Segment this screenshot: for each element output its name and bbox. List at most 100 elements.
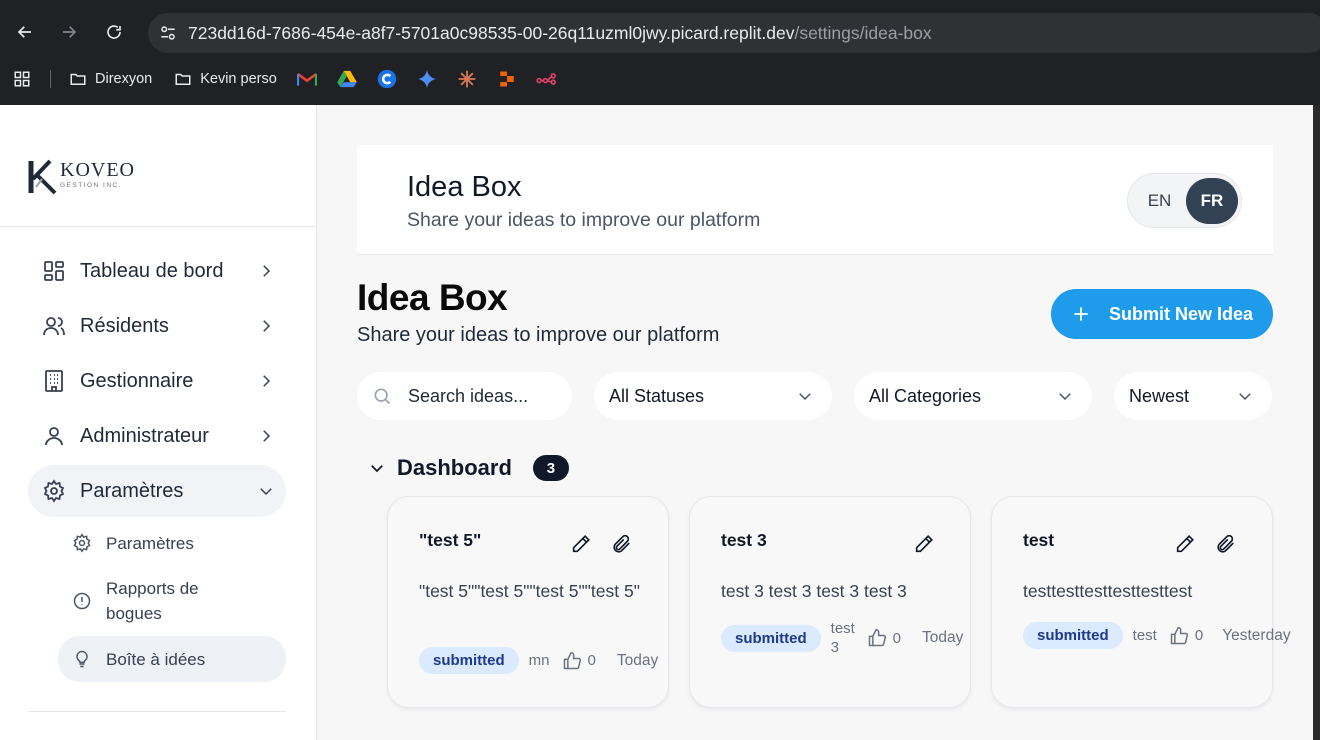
pencil-icon <box>572 535 590 553</box>
thumbs-up-icon <box>563 651 581 669</box>
arrow-right-icon <box>63 26 77 38</box>
c-app-icon[interactable] <box>367 69 407 89</box>
workflow-icon[interactable] <box>527 72 567 86</box>
sidebar-item-admin[interactable]: Administrateur <box>28 410 286 462</box>
gear-icon <box>58 533 106 553</box>
sidebar-item-label: Gestionnaire <box>80 369 194 392</box>
sidebar-subitem-idea-box[interactable]: Boîte à idées <box>58 636 286 682</box>
bookmark-separator <box>50 70 51 88</box>
search-placeholder: Search ideas... <box>408 385 529 406</box>
category-select[interactable]: All Categories <box>854 372 1092 420</box>
sidebar-item-settings[interactable]: Paramètres <box>28 465 286 517</box>
sidebar-subitem-settings[interactable]: Paramètres <box>58 527 286 559</box>
sidebar-item-dashboard[interactable]: Tableau de bord <box>28 245 286 297</box>
edit-button[interactable] <box>1165 533 1205 555</box>
gemini-icon[interactable] <box>407 69 447 89</box>
idea-card[interactable]: test testtesttesttesttesttest submitted … <box>991 496 1291 708</box>
gear-icon <box>28 479 80 503</box>
paperclip-icon <box>613 534 630 553</box>
logo-text: KOVEO <box>60 159 135 181</box>
like-button[interactable]: 0 <box>1169 626 1203 646</box>
search-icon <box>374 388 391 405</box>
sort-select[interactable]: Newest <box>1114 372 1272 420</box>
like-count: 0 <box>587 652 596 669</box>
sidebar-item-residents[interactable]: Résidents <box>28 300 286 352</box>
dashboard-grid-icon <box>28 259 80 283</box>
chevron-down-icon <box>1236 387 1254 410</box>
reload-button[interactable] <box>98 16 130 48</box>
plus-icon <box>1074 307 1088 321</box>
folder-icon <box>175 73 191 85</box>
site-info-icon[interactable] <box>148 24 188 42</box>
edit-button[interactable] <box>561 533 601 555</box>
sidebar-subitem-bug-reports[interactable]: Rapports de bogues <box>58 575 286 627</box>
sidebar-item-label: Tableau de bord <box>80 259 224 282</box>
idea-title: test <box>1023 530 1055 550</box>
logo-subtext: GESTION INC. <box>60 182 123 189</box>
group-name: Dashboard <box>397 455 512 480</box>
bookmark-direxyon[interactable]: Direxyon <box>69 70 152 88</box>
back-button[interactable] <box>9 16 41 48</box>
users-icon <box>28 314 80 338</box>
category-select-value: All Categories <box>869 385 982 406</box>
idea-date: Today <box>922 629 964 646</box>
language-toggle: EN FR <box>1127 173 1242 228</box>
alert-circle-icon <box>58 591 106 611</box>
category-group-toggle[interactable]: Dashboard 3 <box>368 455 569 481</box>
idea-date: Yesterday <box>1222 626 1291 644</box>
page: KOVEO GESTION INC. Tableau de bord Résid… <box>0 105 1313 740</box>
status-select-value: All Statuses <box>609 385 705 406</box>
pencil-icon <box>1176 535 1194 553</box>
address-bar[interactable]: 723dd16d-7686-454e-a8f7-5701a0c98535-00-… <box>148 13 1320 53</box>
page-header: Idea Box Share your ideas to improve our… <box>357 145 1273 255</box>
koveo-k-logo-icon <box>28 159 57 195</box>
claude-icon[interactable] <box>447 69 487 89</box>
like-button[interactable]: 0 <box>867 628 901 648</box>
chevron-right-icon <box>246 372 286 390</box>
page-title: Idea Box <box>357 277 508 318</box>
edit-button[interactable] <box>904 533 944 555</box>
group-count-badge: 3 <box>532 455 569 481</box>
gmail-icon[interactable] <box>287 71 327 87</box>
sidebar-subitem-label: Paramètres <box>106 533 194 553</box>
search-input[interactable]: Search ideas... <box>357 372 572 420</box>
sidebar-item-manager[interactable]: Gestionnaire <box>28 355 286 407</box>
sidebar-subitem-label: Boîte à idées <box>106 649 206 669</box>
sidebar: KOVEO GESTION INC. Tableau de bord Résid… <box>0 105 317 740</box>
idea-author: mn <box>528 652 550 669</box>
lightbulb-icon <box>58 649 106 669</box>
user-icon <box>28 424 80 448</box>
apps-icon[interactable] <box>0 70 44 88</box>
sidebar-item-label: Administrateur <box>80 424 209 447</box>
pencil-icon <box>915 535 933 553</box>
sidebar-divider <box>0 226 316 227</box>
chevron-right-icon <box>246 427 286 445</box>
sidebar-item-label: Résidents <box>80 314 169 337</box>
drive-icon[interactable] <box>327 70 367 88</box>
replit-icon[interactable] <box>487 70 527 88</box>
idea-title: test 3 <box>721 530 767 550</box>
idea-description: test 3 test 3 test 3 test 3 <box>721 581 907 601</box>
bookmark-kevin-perso[interactable]: Kevin perso <box>174 70 277 88</box>
chevron-down-icon <box>796 387 814 410</box>
idea-author: test <box>1132 627 1157 644</box>
lang-en-button[interactable]: EN <box>1132 178 1187 224</box>
status-badge: submitted <box>1023 622 1123 649</box>
idea-card[interactable]: test 3 test 3 test 3 test 3 test 3 submi… <box>689 496 971 708</box>
idea-card[interactable]: "test 5" "test 5""test 5""test 5""test 5… <box>387 496 669 708</box>
thumbs-up-icon <box>1170 626 1188 644</box>
chevron-down-icon <box>371 465 383 473</box>
reload-icon <box>107 25 121 39</box>
idea-author: test 3 <box>830 620 855 656</box>
forward-button[interactable] <box>53 16 85 48</box>
lang-fr-button[interactable]: FR <box>1186 178 1238 224</box>
attach-button[interactable] <box>601 533 641 555</box>
arrow-left-icon <box>17 26 31 38</box>
submit-new-idea-button[interactable]: Submit New Idea <box>1051 289 1273 339</box>
like-button[interactable]: 0 <box>562 651 596 671</box>
like-count: 0 <box>1194 627 1204 644</box>
idea-description: "test 5""test 5""test 5""test 5" <box>419 581 640 601</box>
koveo-logo[interactable]: KOVEO GESTION INC. <box>28 145 135 195</box>
status-select[interactable]: All Statuses <box>594 372 832 420</box>
attach-button[interactable] <box>1205 533 1245 555</box>
